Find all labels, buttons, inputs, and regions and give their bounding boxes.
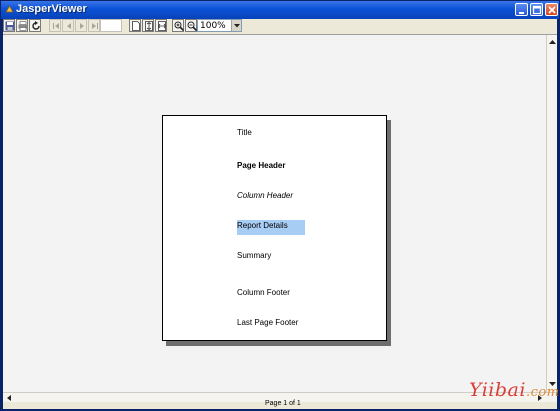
title-bar[interactable]: JasperViewer <box>1 1 559 19</box>
fit-width-button[interactable] <box>155 19 167 32</box>
actual-size-icon <box>132 21 140 31</box>
chevron-down-icon <box>234 24 240 28</box>
last-page-icon <box>92 23 98 29</box>
print-icon <box>18 21 28 31</box>
scroll-up-arrow-icon[interactable] <box>548 37 557 47</box>
fit-page-icon <box>145 21 153 31</box>
actual-size-button[interactable] <box>129 19 141 32</box>
maximize-icon <box>532 5 542 15</box>
band-column-header: Column Header <box>237 191 294 200</box>
fit-page-button[interactable] <box>142 19 154 32</box>
band-report-details[interactable]: Report Details <box>237 220 305 235</box>
viewer-client-area: 100% Title Page Header Column Header Rep… <box>3 19 557 409</box>
viewer-toolbar: 100% <box>3 19 557 33</box>
save-icon <box>5 21 15 31</box>
page-number-input[interactable] <box>100 19 122 32</box>
next-page-button[interactable] <box>75 19 87 32</box>
band-title: Title <box>237 128 252 137</box>
zoom-in-button[interactable] <box>172 19 184 32</box>
page-count-label: Page 1 of 1 <box>265 400 301 407</box>
save-button[interactable] <box>3 19 15 32</box>
vertical-scrollbar[interactable] <box>546 35 557 393</box>
print-button[interactable] <box>16 19 28 32</box>
band-page-header: Page Header <box>237 161 286 170</box>
scroll-left-arrow-icon[interactable] <box>5 394 13 402</box>
zoom-in-icon <box>174 21 184 31</box>
java-app-icon <box>5 5 14 13</box>
close-icon <box>548 6 556 14</box>
next-page-icon <box>80 23 84 29</box>
minimize-icon <box>519 12 524 14</box>
window-title: JasperViewer <box>16 3 87 15</box>
first-page-icon <box>53 23 59 29</box>
fit-width-icon <box>158 21 166 31</box>
band-summary: Summary <box>237 251 272 260</box>
report-viewport[interactable]: Title Page Header Column Header Report D… <box>3 34 557 393</box>
jasper-viewer-window: JasperViewer 100% Title Page Header Colu… <box>0 0 560 411</box>
maximize-button[interactable] <box>530 3 543 16</box>
yiibai-watermark-logo: Yiibai.com <box>469 379 560 401</box>
first-page-button[interactable] <box>49 19 61 32</box>
zoom-out-icon <box>187 21 197 31</box>
zoom-dropdown-button[interactable] <box>231 20 241 31</box>
last-page-button[interactable] <box>88 19 100 32</box>
previous-page-button[interactable] <box>62 19 74 32</box>
zoom-level-value: 100% <box>200 21 226 31</box>
minimize-button[interactable] <box>515 3 528 16</box>
status-bar: Page 1 of 1 <box>3 400 557 409</box>
previous-page-icon <box>67 23 71 29</box>
reload-button[interactable] <box>29 19 41 32</box>
zoom-out-button[interactable] <box>185 19 197 32</box>
band-column-footer: Column Footer <box>237 288 290 297</box>
band-last-page-footer: Last Page Footer <box>237 318 299 327</box>
close-button[interactable] <box>545 3 558 16</box>
report-page: Title Page Header Column Header Report D… <box>162 115 387 341</box>
zoom-level-select[interactable]: 100% <box>197 19 242 32</box>
reload-icon <box>32 21 40 30</box>
